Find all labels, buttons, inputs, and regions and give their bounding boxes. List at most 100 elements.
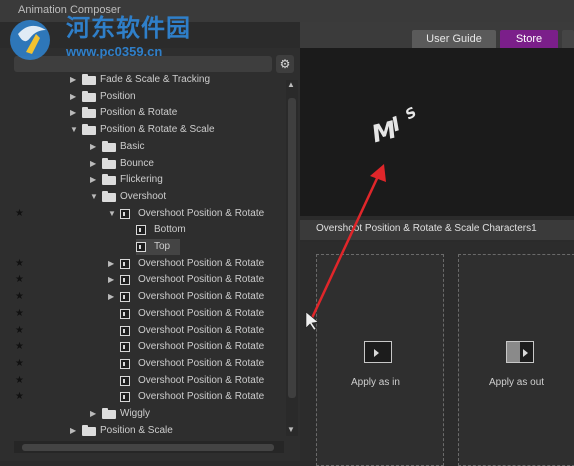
tree-folder-row[interactable]: ▶ Position & Scale	[0, 423, 286, 438]
tree-item-label: Top	[154, 241, 171, 252]
tree-item-label: Fade & Scale & Tracking	[100, 74, 211, 85]
tree-item-label: Overshoot Position & Rotate	[138, 274, 265, 286]
favorite-star-icon[interactable]: ★	[15, 256, 24, 272]
collapse-right-icon[interactable]: ▶	[108, 256, 114, 272]
collapse-right-icon[interactable]: ▶	[108, 272, 114, 288]
tree-effect-row[interactable]: Top	[136, 239, 180, 255]
preview-character: S	[403, 104, 419, 124]
tree-effect-row[interactable]: ★ Overshoot Position & Rotate	[0, 306, 286, 322]
expand-down-icon[interactable]: ▼	[90, 189, 98, 205]
folder-icon	[82, 74, 96, 85]
folder-icon	[102, 140, 116, 152]
tree-item-label: Overshoot Position & Rotate	[138, 374, 265, 386]
gear-icon[interactable]: ⚙	[276, 55, 294, 73]
effect-file-icon	[120, 308, 130, 319]
effects-tree: ▶ Fade & Scale & Tracking ▶ Position ▶ Positi…	[0, 72, 286, 438]
tree-effect-row[interactable]: Bottom	[0, 222, 286, 238]
collapse-right-icon[interactable]: ▶	[70, 105, 76, 121]
scroll-up-arrow-icon[interactable]: ▲	[287, 80, 295, 89]
tree-folder-row[interactable]: ▶ Basic	[0, 139, 286, 155]
folder-icon	[102, 408, 116, 419]
tree-item-label: Basic	[120, 140, 145, 152]
effect-file-icon	[120, 275, 130, 286]
folder-icon	[102, 190, 116, 202]
favorite-star-icon[interactable]: ★	[15, 339, 24, 355]
tree-folder-row[interactable]: ▶ Bounce	[0, 156, 286, 172]
collapse-right-icon[interactable]: ▶	[90, 156, 96, 172]
effect-name: Overshoot Position & Rotate & Scale Char…	[316, 223, 537, 234]
tree-folder-row[interactable]: ▶ Position & Rotate	[0, 105, 286, 121]
collapse-right-icon[interactable]: ▶	[90, 172, 96, 188]
tree-item-label: Bottom	[154, 224, 186, 236]
preview-area: MIS	[300, 48, 574, 216]
effect-file-icon	[136, 225, 146, 236]
tree-item-label: Bounce	[120, 157, 154, 169]
tree-item-label: Overshoot Position & Rotate	[138, 257, 265, 269]
tree-effect-row[interactable]: ★ Overshoot Position & Rotate	[0, 339, 286, 355]
horizontal-scroll-thumb[interactable]	[22, 444, 274, 451]
tree-folder-row[interactable]: ▼ Overshoot	[0, 189, 286, 205]
tree-effect-row[interactable]: ★ ▼ Overshoot Position & Rotate	[0, 206, 286, 222]
expand-down-icon[interactable]: ▼	[108, 206, 116, 222]
tree-effect-row[interactable]: ★ Overshoot Position & Rotate	[0, 356, 286, 372]
favorite-star-icon[interactable]: ★	[15, 206, 24, 222]
tree-folder-row[interactable]: ▼ Position & Rotate & Scale	[0, 122, 286, 138]
favorite-star-icon[interactable]: ★	[15, 306, 24, 322]
user-guide-button[interactable]: User Guide	[412, 30, 496, 48]
favorite-star-icon[interactable]: ★	[15, 356, 24, 372]
effect-file-icon	[120, 208, 130, 219]
expand-down-icon[interactable]: ▼	[70, 122, 78, 138]
tree-item-label: Overshoot Position & Rotate	[138, 291, 265, 303]
tree-folder-row[interactable]: ▶ Flickering	[0, 172, 286, 188]
tree-item-label: Position & Scale	[100, 424, 173, 436]
effect-file-icon	[120, 358, 130, 369]
apply-as-in-card[interactable]: Apply as in	[316, 254, 444, 466]
tree-item-label: Overshoot Position & Rotate	[138, 307, 265, 319]
favorite-star-icon[interactable]: ★	[15, 373, 24, 389]
tree-folder-row[interactable]: ▶ Position	[0, 89, 286, 105]
tree-folder-row[interactable]: ▶ Fade & Scale & Tracking	[0, 72, 286, 88]
panel-menu-button[interactable]	[562, 30, 574, 48]
collapse-right-icon[interactable]: ▶	[108, 289, 114, 305]
effect-file-icon	[120, 325, 130, 336]
folder-icon	[102, 174, 116, 186]
favorite-star-icon[interactable]: ★	[15, 323, 24, 339]
tree-item-label: Overshoot Position & Rotate	[138, 207, 265, 219]
effect-file-icon	[136, 242, 146, 252]
effect-file-icon	[120, 392, 130, 403]
folder-icon	[82, 124, 96, 136]
watermark-site-name: 河东软件园	[66, 14, 191, 42]
tree-item-label: Wiggly	[120, 408, 151, 419]
store-button[interactable]: Store	[500, 30, 558, 48]
collapse-right-icon[interactable]: ▶	[70, 89, 76, 105]
apply-in-icon	[364, 341, 392, 363]
collapse-right-icon[interactable]: ▶	[90, 139, 96, 155]
favorite-star-icon[interactable]: ★	[15, 289, 24, 305]
tree-item-label: Overshoot Position & Rotate	[138, 357, 265, 369]
collapse-right-icon[interactable]: ▶	[90, 406, 96, 422]
folder-icon	[82, 424, 96, 436]
apply-as-in-label: Apply as in	[351, 377, 400, 388]
tree-folder-row[interactable]: ▶ Wiggly	[0, 406, 286, 422]
folder-icon	[82, 90, 96, 102]
tree-effect-row[interactable]: ★ Overshoot Position & Rotate	[0, 373, 286, 389]
apply-as-out-card[interactable]: Apply as out	[458, 254, 574, 466]
collapse-right-icon[interactable]: ▶	[70, 72, 76, 88]
collapse-right-icon[interactable]: ▶	[70, 423, 76, 438]
scroll-down-arrow-icon[interactable]: ▼	[287, 425, 295, 434]
favorite-star-icon[interactable]: ★	[15, 389, 24, 405]
tree-item-label: Overshoot Position & Rotate	[138, 391, 265, 403]
tree-effect-row[interactable]: ★ Overshoot Position & Rotate	[0, 389, 286, 405]
tree-effect-row[interactable]: ★ ▶ Overshoot Position & Rotate	[0, 289, 286, 305]
tree-effect-row[interactable]: ★ Overshoot Position & Rotate	[0, 323, 286, 339]
tree-item-label: Position	[100, 90, 136, 102]
tree-item-label: Flickering	[120, 174, 163, 186]
effect-file-icon	[120, 375, 130, 386]
tree-effect-row[interactable]: ★ ▶ Overshoot Position & Rotate	[0, 256, 286, 272]
apply-out-icon	[506, 341, 534, 363]
tree-effect-row[interactable]: ★ ▶ Overshoot Position & Rotate	[0, 272, 286, 288]
tree-item-label: Overshoot	[120, 190, 167, 202]
favorite-star-icon[interactable]: ★	[15, 272, 24, 288]
vertical-scroll-thumb[interactable]	[288, 98, 296, 398]
folder-icon	[102, 157, 116, 169]
